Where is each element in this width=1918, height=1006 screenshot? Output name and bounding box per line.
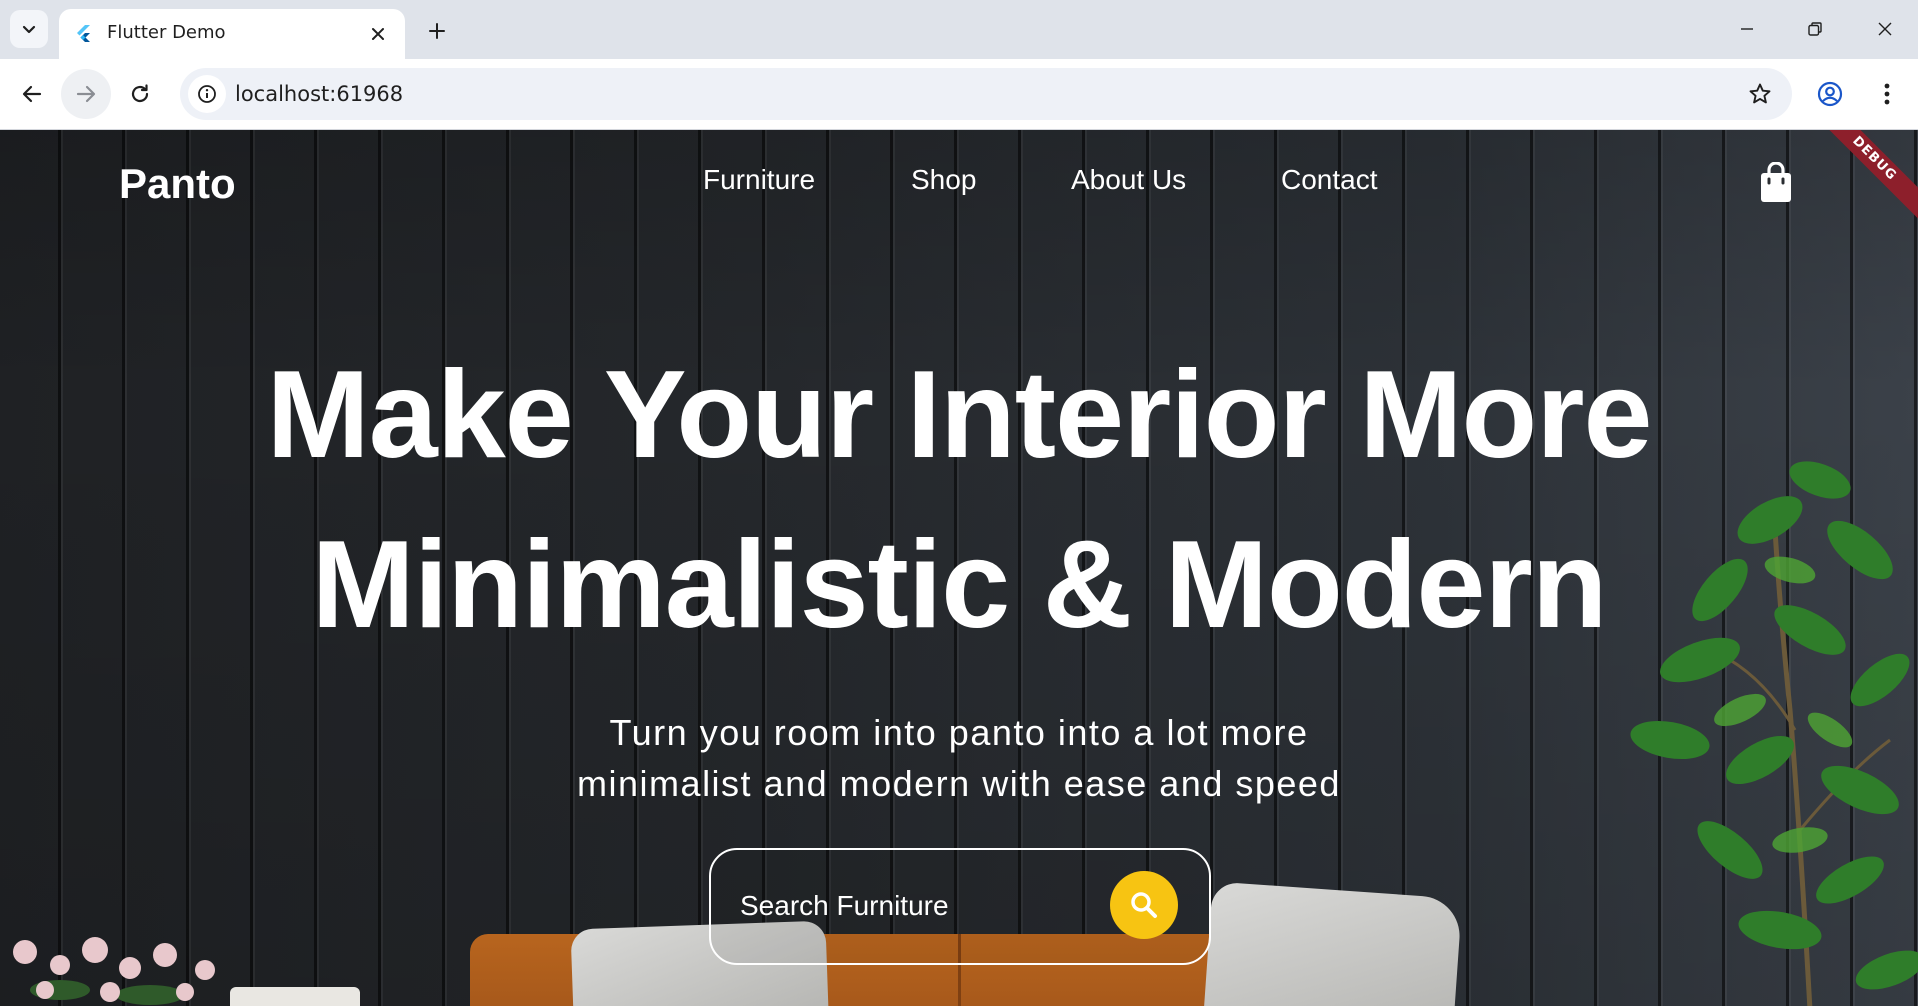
nav-link-shop[interactable]: Shop <box>911 164 976 196</box>
profile-button[interactable] <box>1815 79 1845 109</box>
restore-button[interactable] <box>1790 10 1840 48</box>
arrow-left-icon <box>22 85 42 103</box>
flutter-logo-icon <box>77 25 90 42</box>
new-tab-button[interactable] <box>420 14 454 48</box>
hero-subtitle-line-1: Turn you room into panto into a lot more <box>609 712 1309 753</box>
close-icon <box>1878 22 1892 36</box>
tab-search-button[interactable] <box>10 10 48 48</box>
pillow-right-image <box>1203 881 1463 1006</box>
star-icon <box>1749 83 1771 104</box>
reload-button[interactable] <box>115 69 165 119</box>
site-info-button[interactable] <box>188 75 226 113</box>
nav-link-contact[interactable]: Contact <box>1281 164 1378 196</box>
hero-subtitle: Turn you room into panto into a lot more… <box>0 707 1918 809</box>
search-input[interactable]: Search Furniture <box>740 890 949 922</box>
search-furniture-field[interactable]: Search Furniture <box>709 848 1211 965</box>
tab-close-button[interactable] <box>365 21 391 47</box>
browser-menu-button[interactable] <box>1872 79 1902 109</box>
forward-button[interactable] <box>61 69 111 119</box>
browser-toolbar: localhost:61968 <box>0 59 1918 130</box>
search-button[interactable] <box>1110 871 1178 939</box>
hero-title-line-2: Minimalistic & Modern <box>311 516 1608 654</box>
hero-title-line-1: Make Your Interior More <box>266 346 1653 484</box>
flowers-image <box>13 937 215 1005</box>
nav-link-furniture[interactable]: Furniture <box>703 164 815 196</box>
account-circle-icon <box>1817 81 1843 107</box>
browser-tab[interactable]: Flutter Demo <box>59 9 405 59</box>
hero-title: Make Your Interior More Minimalistic & M… <box>0 330 1918 670</box>
back-button[interactable] <box>7 69 57 119</box>
main-nav: Furniture Shop About Us Contact <box>0 164 1918 204</box>
minimize-icon <box>1741 28 1753 30</box>
minimize-button[interactable] <box>1722 10 1772 48</box>
vase-image <box>230 987 360 1006</box>
plus-icon <box>429 23 445 39</box>
tab-title: Flutter Demo <box>107 22 226 43</box>
browser-tabstrip: Flutter Demo <box>0 0 1918 59</box>
search-icon <box>1131 892 1157 918</box>
app-viewport: DEBUG Panto Furniture Shop About Us Cont… <box>0 130 1918 1006</box>
info-icon <box>198 85 216 103</box>
reload-icon <box>131 84 149 103</box>
more-vertical-icon <box>1884 83 1890 105</box>
shopping-bag-icon[interactable] <box>1758 162 1794 204</box>
nav-link-about-us[interactable]: About Us <box>1071 164 1186 196</box>
close-window-button[interactable] <box>1860 10 1910 48</box>
address-bar[interactable]: localhost:61968 <box>180 68 1792 120</box>
restore-icon <box>1808 22 1822 36</box>
close-icon <box>372 28 384 40</box>
arrow-right-icon <box>76 85 96 103</box>
chevron-down-icon <box>22 25 36 34</box>
bookmark-button[interactable] <box>1746 80 1774 108</box>
hero-subtitle-line-2: minimalist and modern with ease and spee… <box>577 763 1341 804</box>
url-text[interactable]: localhost:61968 <box>235 82 403 106</box>
